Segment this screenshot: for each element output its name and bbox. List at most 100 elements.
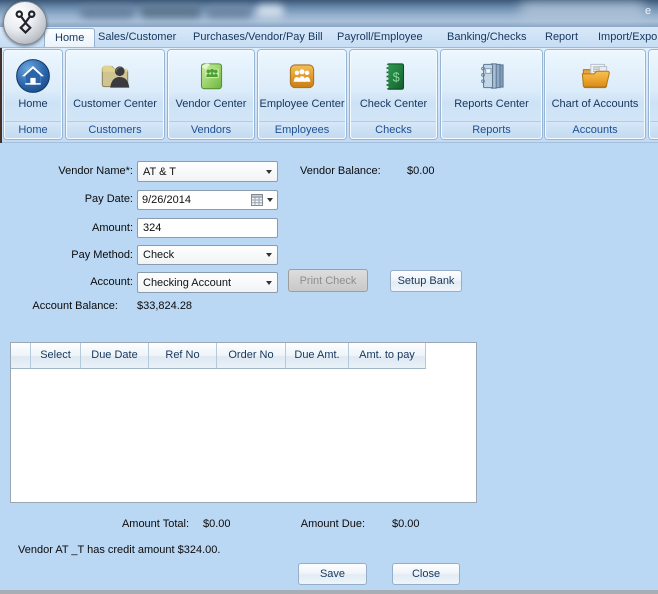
check-center-icon: $ — [385, 63, 404, 90]
bills-grid: Select Due Date Ref No Order No Due Amt.… — [10, 342, 477, 503]
vendor-name-label: Vendor Name*: — [58, 165, 133, 177]
svg-text:$: $ — [392, 70, 399, 84]
amount-input[interactable] — [137, 218, 278, 238]
close-button[interactable]: Close — [392, 563, 460, 585]
account-value: Checking Account — [143, 276, 232, 289]
reports-center-icon — [480, 63, 504, 89]
ribbon-button-label: Chart of Accounts — [551, 98, 639, 110]
column-header-select[interactable]: Select — [31, 343, 81, 369]
amount-due-value: $0.00 — [392, 518, 420, 530]
ribbon-group-vendors: Vendor Center Vendors — [168, 50, 254, 139]
group-label-customers: Customers — [67, 121, 163, 138]
tab-home[interactable]: Home — [44, 28, 96, 47]
tab-banking-checks[interactable]: Banking/Checks — [447, 27, 527, 47]
app-menu-orb[interactable] — [3, 1, 47, 45]
window-edge-artifact — [0, 48, 2, 143]
titlebar: e — [0, 0, 658, 27]
ribbon-group-employees: Employee Center Employees — [258, 50, 346, 139]
amount-label: Amount: — [92, 222, 133, 234]
pay-method-value: Check — [143, 249, 175, 261]
setup-bank-button[interactable]: Setup Bank — [390, 270, 462, 292]
ribbon-group-reports: Reports Center Reports — [441, 50, 542, 139]
account-balance-value: $33,824.28 — [137, 300, 193, 312]
ribbon-button-label: Check Center — [359, 98, 428, 110]
tab-import-export[interactable]: Import/Export — [598, 27, 658, 47]
customer-center-icon — [101, 65, 130, 88]
amount-due-label: Amount Due: — [300, 518, 365, 530]
group-label-checks: Checks — [351, 121, 436, 138]
group-label-vendors: Vendors — [169, 121, 253, 138]
employee-center-button[interactable]: Employee Center — [259, 51, 345, 121]
titlebar-overflow-letter: e — [645, 5, 652, 17]
column-header-amt-to-pay[interactable]: Amt. to pay — [349, 343, 426, 369]
redacted-title-text — [256, 5, 284, 18]
ribbon-tab-row: Home Sales/Customer Purchases/Vendor/Pay… — [0, 27, 658, 48]
save-button[interactable]: Save — [298, 563, 367, 585]
pay-date-field[interactable]: 9/26/2014 — [137, 190, 278, 210]
employee-center-icon — [289, 64, 315, 89]
redacted-title-text — [80, 6, 135, 18]
chevron-down-icon — [266, 169, 272, 174]
ribbon-button-label: Customer Center — [73, 98, 157, 110]
ribbon-group-home: Home Home — [4, 50, 62, 139]
ribbon-button-label: Employee Center — [259, 98, 345, 110]
ribbon-group-customers: Customer Center Customers — [66, 50, 164, 139]
titlebar-glare — [520, 2, 645, 19]
vendor-center-icon — [200, 63, 223, 90]
partial-group-label — [650, 121, 658, 138]
chevron-down-icon — [266, 280, 272, 285]
tab-report[interactable]: Report — [545, 27, 578, 47]
redacted-title-text — [140, 5, 202, 18]
customer-center-button[interactable]: Customer Center — [67, 51, 163, 121]
calendar-picker-icon[interactable] — [251, 194, 273, 206]
chart-of-accounts-icon — [581, 63, 610, 89]
pay-method-label: Pay Method: — [71, 249, 133, 261]
home-button[interactable]: Home — [5, 51, 61, 121]
chart-of-accounts-button[interactable]: Chart of Accounts — [546, 51, 644, 121]
column-header-due-amt[interactable]: Due Amt. — [286, 343, 349, 369]
print-check-button[interactable]: Print Check — [288, 269, 368, 292]
redacted-title-text — [206, 6, 252, 18]
pay-method-select[interactable]: Check — [137, 245, 278, 265]
pay-date-label: Pay Date: — [84, 193, 133, 205]
group-label-reports: Reports — [442, 121, 541, 138]
vendor-credit-message: Vendor AT _T has credit amount $324.00. — [18, 544, 221, 556]
app-window: e Home Sales/Customer Purchases/Vendor/P… — [0, 0, 658, 594]
home-icon — [16, 59, 50, 93]
ribbon: Home Home Customer Center Customers Vend… — [0, 48, 658, 143]
calendar-icon — [251, 194, 263, 206]
pay-date-value: 9/26/2014 — [142, 194, 191, 206]
ribbon-group-checks: $ Check Center Checks — [350, 50, 437, 139]
check-center-button[interactable]: $ Check Center — [351, 51, 436, 121]
ribbon-button-label: Vendor Center — [175, 98, 247, 110]
ribbon-button-label: Reports Center — [454, 98, 529, 110]
chevron-down-icon — [267, 198, 273, 202]
bills-grid-body — [11, 369, 476, 502]
vendor-name-value: AT & T — [143, 165, 177, 178]
account-label: Account: — [90, 276, 133, 288]
tab-sales-customer[interactable]: Sales/Customer — [98, 27, 176, 47]
reports-center-button[interactable]: Reports Center — [442, 51, 541, 121]
vendor-balance-label: Vendor Balance: — [300, 165, 381, 177]
tab-purchases-vendor-pay-bill[interactable]: Purchases/Vendor/Pay Bill — [193, 27, 323, 47]
amount-total-value: $0.00 — [203, 518, 231, 530]
vendor-balance-value: $0.00 — [407, 165, 435, 177]
row-selector-header — [11, 343, 31, 369]
column-header-ref-no[interactable]: Ref No — [149, 343, 217, 369]
bills-grid-header: Select Due Date Ref No Order No Due Amt.… — [11, 343, 476, 369]
vendor-name-select[interactable]: AT & T — [137, 161, 278, 182]
vendor-center-button[interactable]: Vendor Center — [169, 51, 253, 121]
ribbon-group-partial — [649, 50, 658, 139]
group-label-home: Home — [5, 121, 61, 138]
group-label-accounts: Accounts — [546, 121, 644, 138]
column-header-order-no[interactable]: Order No — [217, 343, 286, 369]
column-header-due-date[interactable]: Due Date — [81, 343, 149, 369]
amount-total-label: Amount Total: — [121, 518, 189, 530]
chevron-down-icon — [266, 253, 272, 257]
partial-ribbon-button — [650, 51, 658, 121]
group-label-employees: Employees — [259, 121, 345, 138]
app-logo-icon — [15, 9, 35, 34]
account-select[interactable]: Checking Account — [137, 272, 278, 293]
tab-payroll-employee[interactable]: Payroll/Employee — [337, 27, 423, 47]
window-bottom-edge — [0, 590, 658, 594]
